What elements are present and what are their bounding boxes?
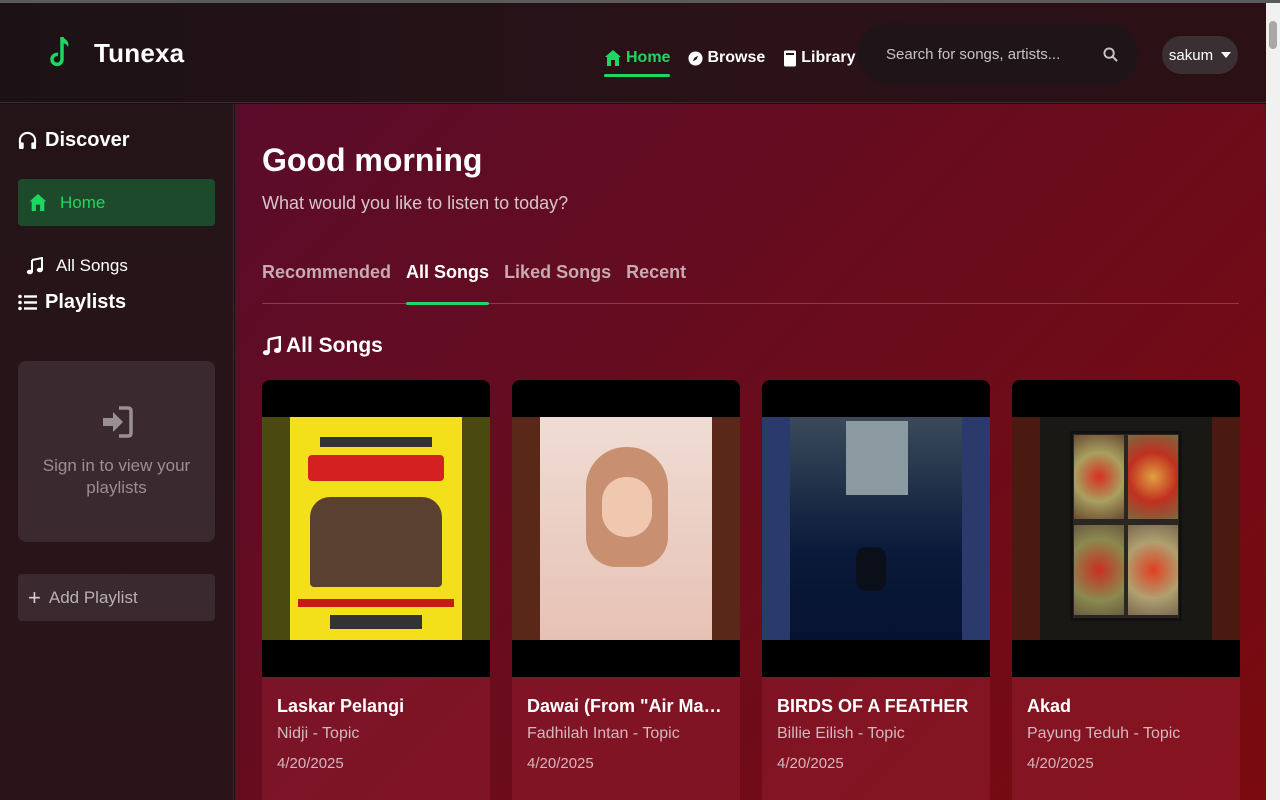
sidebar: Discover Home All Songs Playlists Sign i… xyxy=(0,104,234,800)
tab-recommended[interactable]: Recommended xyxy=(262,259,391,304)
sign-in-icon xyxy=(102,405,133,438)
username: sakum xyxy=(1168,46,1214,64)
music-icon xyxy=(26,257,43,275)
sidebar-item-home[interactable]: Home xyxy=(18,179,215,226)
top-header: Tunexa Home Browse Library Search for so… xyxy=(0,3,1266,103)
tab-liked-songs[interactable]: Liked Songs xyxy=(504,259,611,304)
user-menu-button[interactable]: sakum xyxy=(1162,36,1238,74)
page-title: Good morning xyxy=(262,142,483,178)
main-content: Good morning What would you like to list… xyxy=(235,104,1266,800)
sidebar-home-label: Home xyxy=(60,192,106,212)
nav-browse-label: Browse xyxy=(707,49,766,66)
song-title: Dawai (From "Air Mata Di... xyxy=(527,696,727,716)
album-art xyxy=(512,380,740,677)
app-name: Tunexa xyxy=(94,37,185,68)
song-artist: Fadhilah Intan - Topic xyxy=(527,725,680,742)
song-card[interactable]: Akad Payung Teduh - Topic 4/20/2025 xyxy=(1012,380,1240,800)
song-artist: Billie Eilish - Topic xyxy=(777,725,905,742)
signin-text: Sign in to view your playlists xyxy=(42,455,191,497)
page-subtitle: What would you like to listen to today? xyxy=(262,193,569,213)
add-playlist-label: Add Playlist xyxy=(48,587,138,607)
song-artist: Payung Teduh - Topic xyxy=(1027,725,1181,742)
plus-icon: + xyxy=(28,584,41,610)
nav-browse[interactable]: Browse xyxy=(688,43,765,73)
sidebar-playlists-heading: Playlists xyxy=(18,291,126,314)
main-nav: Home Browse Library xyxy=(604,43,874,77)
song-title: Laskar Pelangi xyxy=(277,696,405,716)
song-card[interactable]: Dawai (From "Air Mata Di... Fadhilah Int… xyxy=(512,380,740,800)
song-card[interactable]: BIRDS OF A FEATHER Billie Eilish - Topic… xyxy=(762,380,990,800)
list-icon xyxy=(18,294,37,311)
song-date: 4/20/2025 xyxy=(277,755,344,772)
nav-home[interactable]: Home xyxy=(604,43,671,77)
compass-icon xyxy=(688,50,703,66)
nav-library-label: Library xyxy=(801,49,856,66)
signin-prompt[interactable]: Sign in to view your playlists xyxy=(18,361,215,542)
sidebar-all-songs-label: All Songs xyxy=(56,256,128,275)
music-note-logo-icon xyxy=(50,37,69,67)
headphones-icon xyxy=(18,131,37,150)
chevron-down-icon xyxy=(1221,52,1232,58)
song-date: 4/20/2025 xyxy=(777,755,844,772)
tab-all-songs[interactable]: All Songs xyxy=(406,259,490,305)
song-title: BIRDS OF A FEATHER xyxy=(777,696,969,716)
search-icon[interactable] xyxy=(1103,46,1118,62)
playlists-label: Playlists xyxy=(45,291,127,313)
nav-home-label: Home xyxy=(626,49,671,66)
song-card[interactable]: Laskar Pelangi Nidji - Topic 4/20/2025 xyxy=(262,380,490,800)
song-title: Akad xyxy=(1027,696,1072,716)
song-date: 4/20/2025 xyxy=(527,755,594,772)
section-heading: All Songs xyxy=(262,334,383,358)
book-icon xyxy=(784,50,797,66)
nav-library[interactable]: Library xyxy=(783,43,856,73)
discover-label: Discover xyxy=(45,129,130,151)
song-artist: Nidji - Topic xyxy=(277,725,360,742)
album-art xyxy=(762,380,990,677)
tab-recent[interactable]: Recent xyxy=(626,259,686,304)
sidebar-item-all-songs[interactable]: All Songs xyxy=(26,256,128,276)
add-playlist-button[interactable]: + Add Playlist xyxy=(18,574,215,621)
music-icon xyxy=(262,336,281,356)
song-grid: Laskar Pelangi Nidji - Topic 4/20/2025 D… xyxy=(262,380,1262,800)
song-date: 4/20/2025 xyxy=(1027,755,1094,772)
content-tabs: Recommended All Songs Liked Songs Recent xyxy=(262,259,1239,305)
search-bar[interactable]: Search for songs, artists... xyxy=(858,23,1138,85)
search-input[interactable]: Search for songs, artists... xyxy=(886,46,1103,63)
page-scrollbar[interactable] xyxy=(1266,3,1280,800)
album-art xyxy=(1012,380,1240,677)
home-icon xyxy=(29,194,47,211)
album-art xyxy=(262,380,490,677)
section-title: All Songs xyxy=(286,334,383,357)
app-logo[interactable]: Tunexa xyxy=(50,35,184,71)
scrollbar-thumb[interactable] xyxy=(1269,21,1277,49)
sidebar-discover-heading: Discover xyxy=(18,129,130,152)
home-icon xyxy=(605,50,621,66)
